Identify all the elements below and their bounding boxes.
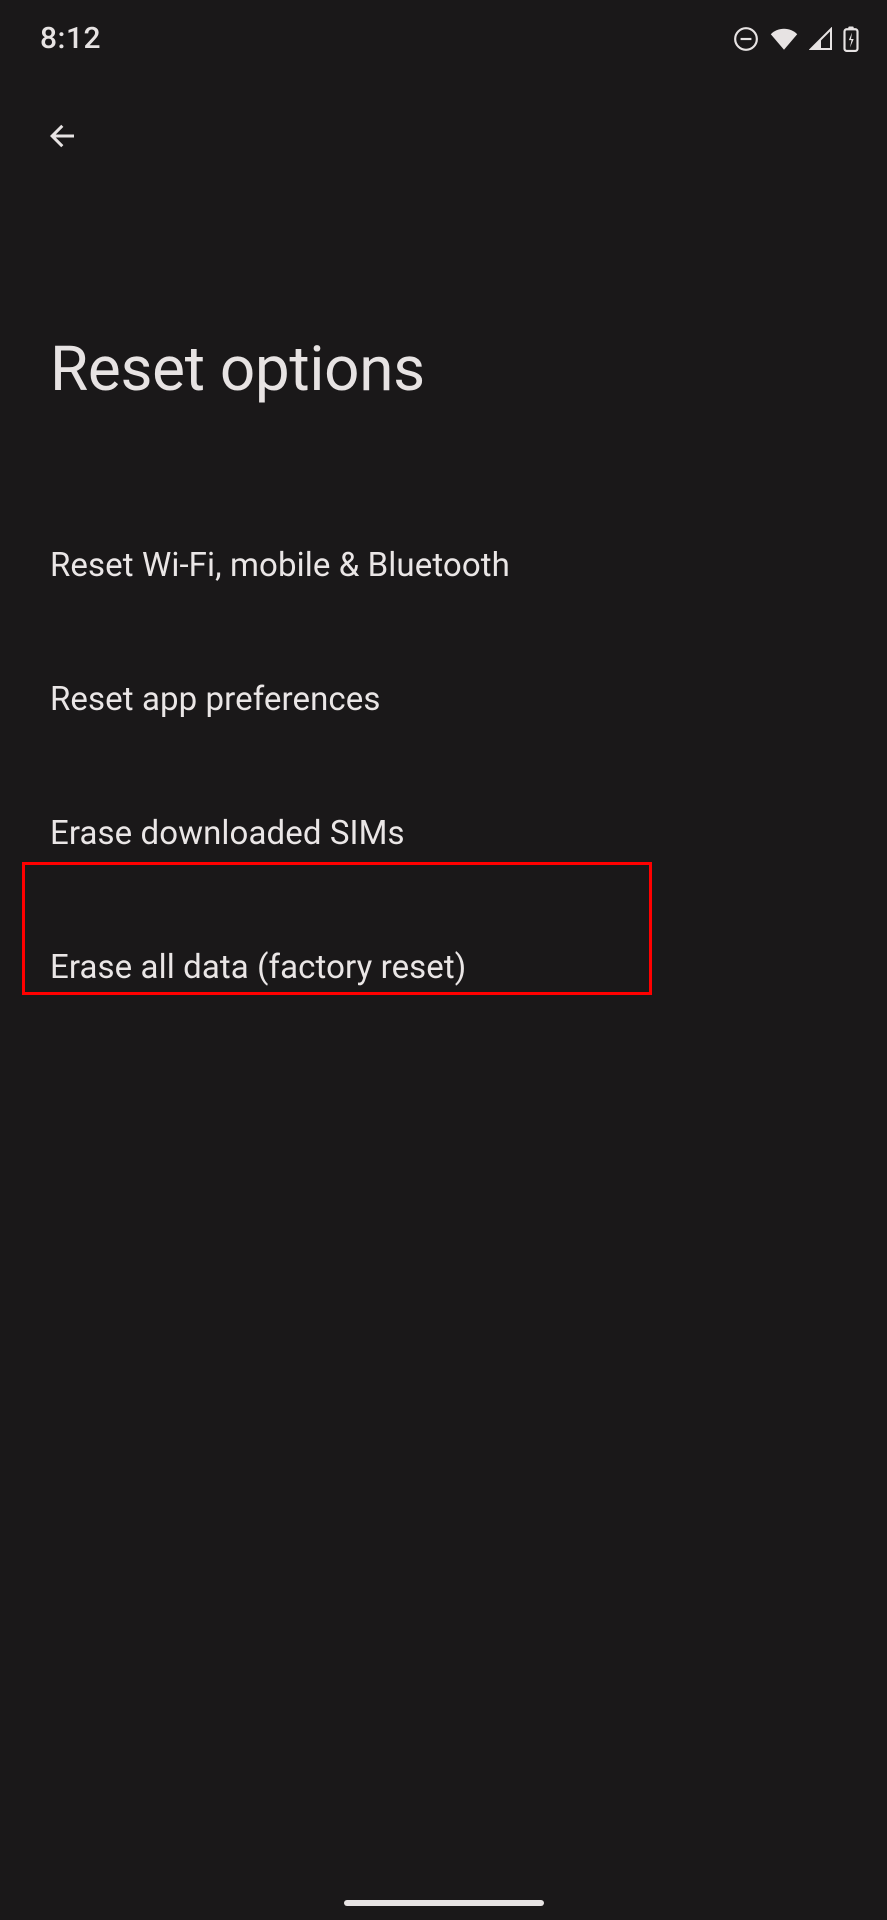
erase-downloaded-sims[interactable]: Erase downloaded SIMs xyxy=(0,766,887,900)
status-time: 8:12 xyxy=(40,21,101,56)
status-icon-tray xyxy=(733,26,859,52)
app-bar xyxy=(0,65,887,167)
status-bar: 8:12 xyxy=(0,0,887,65)
page-title: Reset options xyxy=(0,167,887,402)
cellular-icon xyxy=(809,27,833,51)
list-item-label: Reset Wi-Fi, mobile & Bluetooth xyxy=(50,546,510,585)
list-item-label: Erase all data (factory reset) xyxy=(50,948,466,987)
wifi-icon xyxy=(769,27,799,51)
dnd-icon xyxy=(733,26,759,52)
navigation-handle[interactable] xyxy=(344,1900,544,1906)
arrow-back-icon xyxy=(44,118,80,157)
reset-app-preferences[interactable]: Reset app preferences xyxy=(0,632,887,766)
reset-options-list: Reset Wi-Fi, mobile & Bluetooth Reset ap… xyxy=(0,498,887,1034)
reset-wifi-mobile-bluetooth[interactable]: Reset Wi-Fi, mobile & Bluetooth xyxy=(0,498,887,632)
list-item-label: Reset app preferences xyxy=(50,680,381,719)
back-button[interactable] xyxy=(32,107,92,167)
list-item-label: Erase downloaded SIMs xyxy=(50,814,405,853)
battery-charging-icon xyxy=(843,26,859,52)
erase-all-data-factory-reset[interactable]: Erase all data (factory reset) xyxy=(0,900,887,1034)
